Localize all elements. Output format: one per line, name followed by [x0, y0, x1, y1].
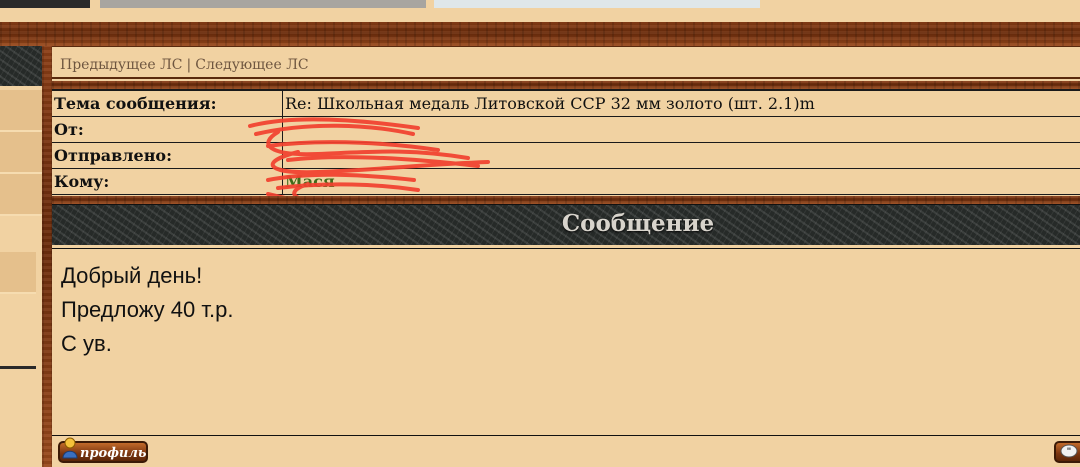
profile-button-label: профиль — [80, 446, 147, 461]
svg-text:": " — [1067, 447, 1072, 457]
user-icon — [62, 437, 78, 459]
message-line: Добрый день! — [61, 263, 203, 288]
subject-label: Тема сообщения: — [52, 90, 283, 117]
pm-navigation: Предыдущее ЛС | Следующее ЛС — [52, 46, 1080, 79]
message-header: Сообщение — [52, 204, 1080, 247]
top-tab[interactable] — [100, 0, 426, 8]
sidebar-header — [0, 46, 42, 86]
recipient-name[interactable]: Мася — [285, 172, 335, 191]
sidebar-item[interactable] — [0, 174, 42, 216]
to-value[interactable]: Мася — [282, 168, 1080, 195]
wood-divider — [52, 81, 1080, 89]
message-header-title: Сообщение — [561, 210, 715, 237]
pm-view: Предыдущее ЛС | Следующее ЛС Тема сообщени… — [52, 46, 1080, 467]
top-tab[interactable] — [0, 0, 90, 8]
from-label: От: — [52, 116, 283, 143]
message-info-table: Тема сообщения: Re: Школьная медаль Лито… — [52, 89, 1080, 195]
browser-tab-strip — [0, 0, 1080, 22]
next-message-link[interactable]: Следующее ЛС — [195, 57, 308, 73]
message-line: С ув. — [61, 331, 112, 356]
top-tab[interactable] — [434, 0, 760, 8]
profile-button[interactable]: профиль — [58, 437, 148, 463]
nav-separator: | — [186, 57, 192, 73]
sent-row: Отправлено: — [52, 142, 1080, 169]
sidebar-divider — [0, 366, 36, 369]
message-body: Добрый день! Предложу 40 т.р. С ув. — [52, 249, 1080, 435]
sidebar-item[interactable] — [0, 90, 42, 132]
wood-side-border — [42, 46, 52, 467]
wood-divider — [52, 196, 1080, 204]
from-value[interactable] — [282, 116, 1080, 143]
to-row: Кому: Мася — [52, 168, 1080, 195]
left-sidebar — [0, 46, 42, 467]
wood-top-border — [0, 22, 1080, 46]
to-label: Кому: — [52, 168, 283, 195]
sidebar-item[interactable] — [0, 132, 42, 174]
from-row: От: — [52, 116, 1080, 143]
sidebar-item[interactable] — [0, 252, 36, 294]
sent-value — [282, 142, 1080, 169]
subject-value: Re: Школьная медаль Литовской ССР 32 мм … — [282, 90, 1080, 117]
quote-icon: " — [1060, 444, 1078, 458]
quote-button[interactable]: " — [1054, 441, 1080, 463]
message-line: Предложу 40 т.р. — [61, 297, 234, 322]
sent-label: Отправлено: — [52, 142, 283, 169]
prev-message-link[interactable]: Предыдущее ЛС — [60, 57, 183, 73]
subject-row: Тема сообщения: Re: Школьная медаль Лито… — [52, 90, 1080, 117]
message-footer-rule — [52, 435, 1080, 436]
